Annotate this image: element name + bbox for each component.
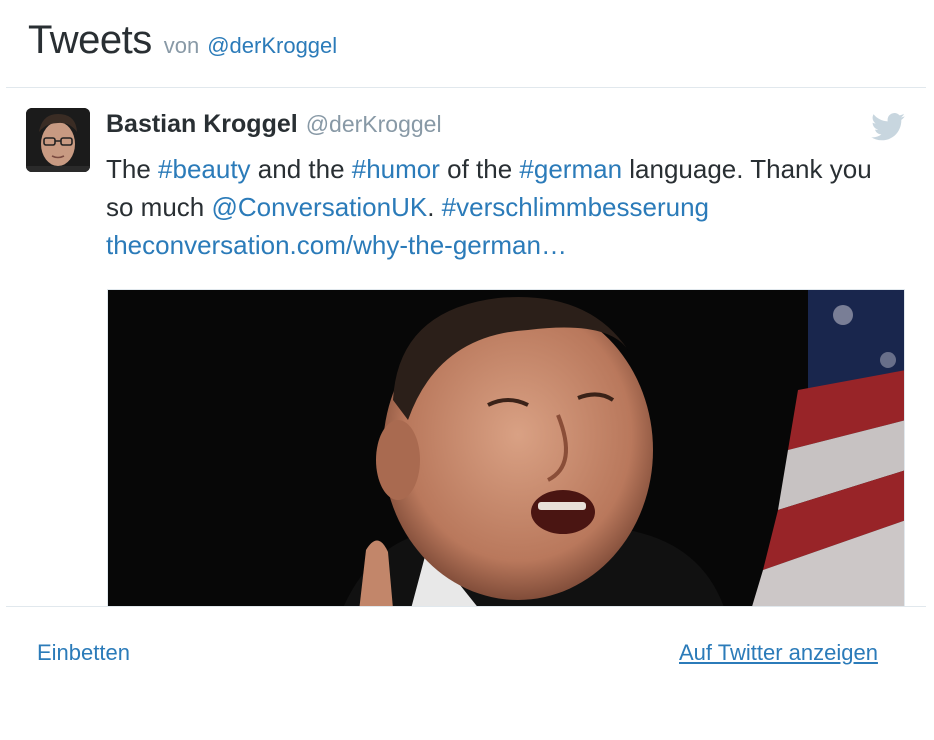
hashtag-german-link[interactable]: #german xyxy=(519,154,622,184)
footer-divider xyxy=(6,606,926,607)
mention-conversationuk-link[interactable]: @ConversationUK xyxy=(212,192,428,222)
tweet-text-part: and the xyxy=(250,154,352,184)
tweet-text: The #beauty and the #humor of the #germa… xyxy=(106,150,896,264)
hashtag-beauty-link[interactable]: #beauty xyxy=(158,154,251,184)
author-handle[interactable]: @derKroggel xyxy=(306,111,442,138)
by-label: von xyxy=(163,33,200,58)
tweet-author: Bastian Kroggel @derKroggel xyxy=(106,110,442,139)
timeline-title: Tweets xyxy=(28,18,152,62)
author-name[interactable]: Bastian Kroggel xyxy=(106,110,298,139)
hashtag-humor-link[interactable]: #humor xyxy=(352,154,440,184)
hashtag-verschlimmbesserung-link[interactable]: #verschlimmbesserung xyxy=(442,192,709,222)
timeline-header: Tweets von @derKroggel xyxy=(28,18,337,63)
tweet-text-part: of the xyxy=(439,154,520,184)
tweet-text-part: . xyxy=(427,192,442,222)
embed-link[interactable]: Einbetten xyxy=(37,640,130,666)
tweet: Bastian Kroggel @derKroggel The #beauty … xyxy=(0,88,934,606)
tweet-text-part: The xyxy=(106,154,159,184)
twitter-bird-icon[interactable] xyxy=(871,113,905,141)
view-on-twitter-link[interactable]: Auf Twitter anzeigen xyxy=(679,640,878,666)
article-url-link[interactable]: theconversation.com/why-the-german… xyxy=(106,230,567,260)
avatar[interactable] xyxy=(26,108,90,172)
header-handle-link[interactable]: @derKroggel xyxy=(207,33,337,59)
tweet-photo[interactable] xyxy=(107,289,905,606)
